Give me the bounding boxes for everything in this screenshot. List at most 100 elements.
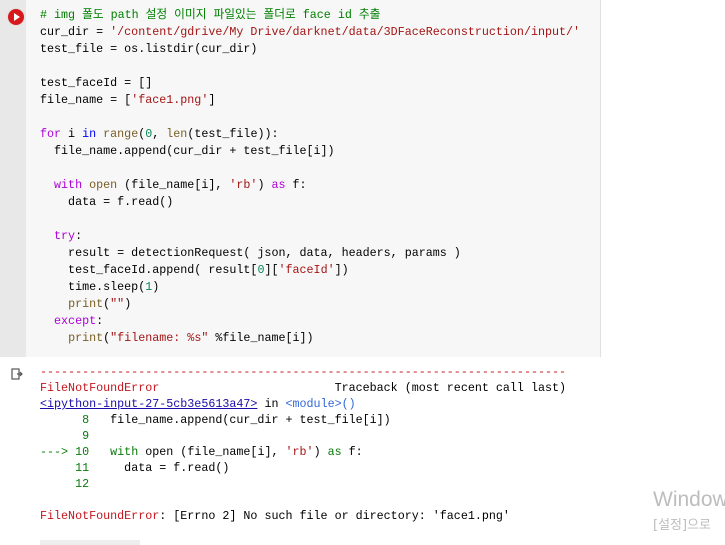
code-token: test_faceId = [] xyxy=(40,76,153,90)
code-token: : xyxy=(96,314,104,328)
windows-activation-watermark-sub: [설정]으로 xyxy=(653,518,711,533)
output-line: 8 file_name.append(cur_dir + test_file[i… xyxy=(40,412,566,428)
code-token: test_faceId.append( result[ xyxy=(40,263,258,277)
code-line: data = f.read() xyxy=(40,194,580,211)
code-line: file_name = ['face1.png'] xyxy=(40,92,580,109)
run-cell-button[interactable] xyxy=(7,8,25,26)
code-token: # img 폴도 path 설정 이미지 파일있는 폴더로 face id 추출 xyxy=(40,8,381,22)
code-token: 12 xyxy=(40,477,90,491)
code-token: Traceback (most recent call last) xyxy=(159,381,567,395)
code-token: (test_file)): xyxy=(187,127,279,141)
code-token: 8 xyxy=(40,413,90,427)
code-line: result = detectionRequest( json, data, h… xyxy=(40,245,580,262)
output-line: 9 xyxy=(40,428,566,444)
code-token: , xyxy=(152,127,167,141)
code-token: file_name.append(cur_dir + test_file[i]) xyxy=(89,413,391,427)
output-line: FileNotFoundError Traceback (most recent… xyxy=(40,380,566,396)
output-line: ----------------------------------------… xyxy=(40,364,566,380)
code-token: ) xyxy=(257,178,272,192)
cell-gutter xyxy=(0,0,26,357)
code-token: 'rb' xyxy=(229,178,258,192)
code-token: <module>() xyxy=(285,397,356,411)
code-token: data = f.read() xyxy=(40,195,174,209)
code-token: cur_dir = xyxy=(40,25,111,39)
code-token: : xyxy=(75,229,83,243)
code-token: result = detectionRequest( json, data, h… xyxy=(40,246,461,260)
code-line: cur_dir = '/content/gdrive/My Drive/dark… xyxy=(40,24,580,41)
cell-output: ----------------------------------------… xyxy=(40,364,566,524)
output-line: ---> 10 with open (file_name[i], 'rb') a… xyxy=(40,444,566,460)
code-token: 'rb' xyxy=(285,445,314,459)
play-icon xyxy=(8,9,24,25)
code-token: i xyxy=(61,127,83,141)
code-token: in xyxy=(82,127,97,141)
code-token: : [Errno 2] No such file or directory: '… xyxy=(159,509,510,523)
output-line: <ipython-input-27-5cb3e5613a47> in <modu… xyxy=(40,396,566,412)
code-line: file_name.append(cur_dir + test_file[i]) xyxy=(40,143,580,160)
code-token: "" xyxy=(110,297,125,311)
code-token: ) xyxy=(124,297,132,311)
windows-activation-watermark: Window xyxy=(653,488,725,511)
code-token: ) xyxy=(313,445,328,459)
code-line: try: xyxy=(40,228,580,245)
code-token: ---> 10 xyxy=(40,445,90,459)
output-line: FileNotFoundError: [Errno 2] No such fil… xyxy=(40,508,566,524)
code-token: as xyxy=(327,445,342,459)
code-line: for i in range(0, len(test_file)): xyxy=(40,126,580,143)
traceback-link[interactable]: <ipython-input-27-5cb3e5613a47> xyxy=(40,397,257,411)
code-token: open xyxy=(89,178,118,192)
code-token: data = f.read() xyxy=(89,461,230,475)
code-line: except: xyxy=(40,313,580,330)
code-token: print xyxy=(68,297,104,311)
code-token: 'faceId' xyxy=(278,263,335,277)
code-token: open (file_name[i], xyxy=(138,445,286,459)
code-token: except xyxy=(54,314,97,328)
code-token: in xyxy=(257,397,286,411)
code-token: 9 xyxy=(40,429,90,443)
code-token: f: xyxy=(341,445,363,459)
code-token: test_file = os.listdir(cur_dir) xyxy=(40,42,258,56)
code-token: 'face1.png' xyxy=(131,93,209,107)
code-token: file_name = [ xyxy=(40,93,132,107)
code-token: len xyxy=(166,127,188,141)
code-line: print("filename: %s" %file_name[i]) xyxy=(40,330,580,347)
code-token: ][ xyxy=(264,263,279,277)
next-cell-placeholder xyxy=(40,540,140,545)
output-line: 12 xyxy=(40,476,566,492)
output-clear-icon[interactable] xyxy=(11,368,23,380)
code-token: ] xyxy=(208,93,216,107)
code-line: time.sleep(1) xyxy=(40,279,580,296)
code-token: with xyxy=(54,178,83,192)
code-token: f: xyxy=(285,178,307,192)
code-line: with open (file_name[i], 'rb') as f: xyxy=(40,177,580,194)
code-token: print xyxy=(68,331,104,345)
code-token: %file_name[i]) xyxy=(208,331,314,345)
code-token: for xyxy=(40,127,62,141)
code-line: test_faceId = [] xyxy=(40,75,580,92)
code-token: ----------------------------------------… xyxy=(40,365,567,379)
code-token: file_name.append(cur_dir + test_file[i]) xyxy=(40,144,335,158)
code-editor[interactable]: # img 폴도 path 설정 이미지 파일있는 폴더로 face id 추출… xyxy=(40,7,580,347)
code-line: print("") xyxy=(40,296,580,313)
code-token: '/content/gdrive/My Drive/darknet/data/3… xyxy=(110,25,581,39)
code-token: with xyxy=(110,445,139,459)
code-token: 11 xyxy=(40,461,90,475)
code-line: # img 폴도 path 설정 이미지 파일있는 폴더로 face id 추출 xyxy=(40,7,580,24)
cell-toolbar-area xyxy=(601,0,725,357)
code-token: ]) xyxy=(334,263,349,277)
code-token: ) xyxy=(152,280,160,294)
code-token: (file_name[i], xyxy=(117,178,230,192)
code-token: as xyxy=(271,178,286,192)
code-token: try xyxy=(54,229,76,243)
code-token: FileNotFoundError xyxy=(40,509,160,523)
